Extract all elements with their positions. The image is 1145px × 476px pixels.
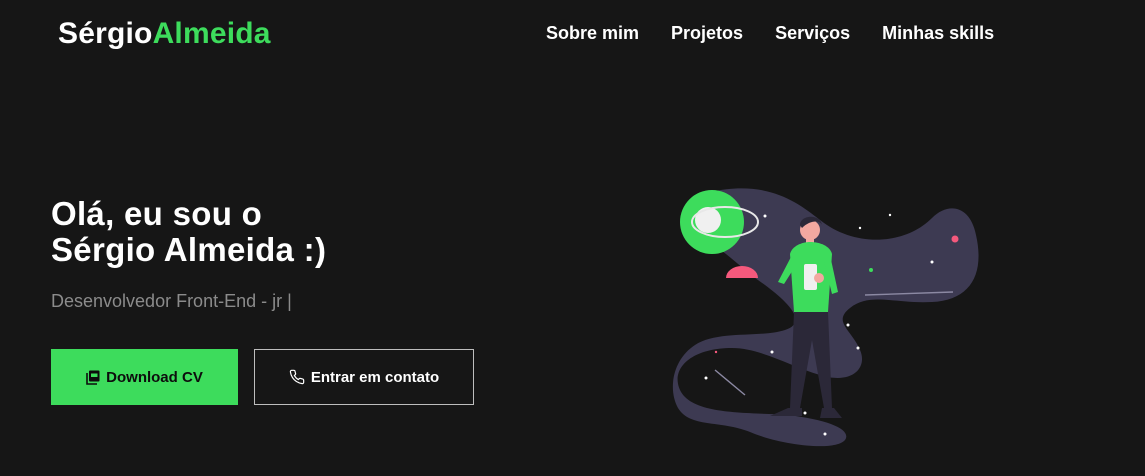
hero-title-line-1: Olá, eu sou o [51,195,263,232]
pdf-file-icon [86,370,100,385]
space-explorer-illustration [672,188,979,447]
page: SérgioAlmeida Sobre mim Projetos Serviço… [0,0,1145,476]
logo[interactable]: SérgioAlmeida [58,14,271,54]
hero-title-line-2: Sérgio Almeida :) [51,231,327,268]
main-nav: Sobre mim Projetos Serviços Minhas skill… [546,20,994,46]
download-cv-label: Download CV [106,368,203,386]
hero-subtitle: Desenvolvedor Front-End - jr | [51,291,292,311]
contact-button[interactable]: Entrar em contato [254,349,474,405]
nav-link-projetos[interactable]: Projetos [671,20,743,46]
nav-link-sobre-mim[interactable]: Sobre mim [546,20,639,46]
logo-first-name: Sérgio [58,17,153,50]
nav-link-skills[interactable]: Minhas skills [882,20,994,46]
nav-link-servicos[interactable]: Serviços [775,20,850,46]
phone-icon [289,369,305,385]
download-cv-button[interactable]: Download CV [51,349,238,405]
hero-title: Olá, eu sou o Sérgio Almeida :) [51,196,326,268]
logo-last-name: Almeida [152,17,271,50]
contact-label: Entrar em contato [310,368,440,386]
